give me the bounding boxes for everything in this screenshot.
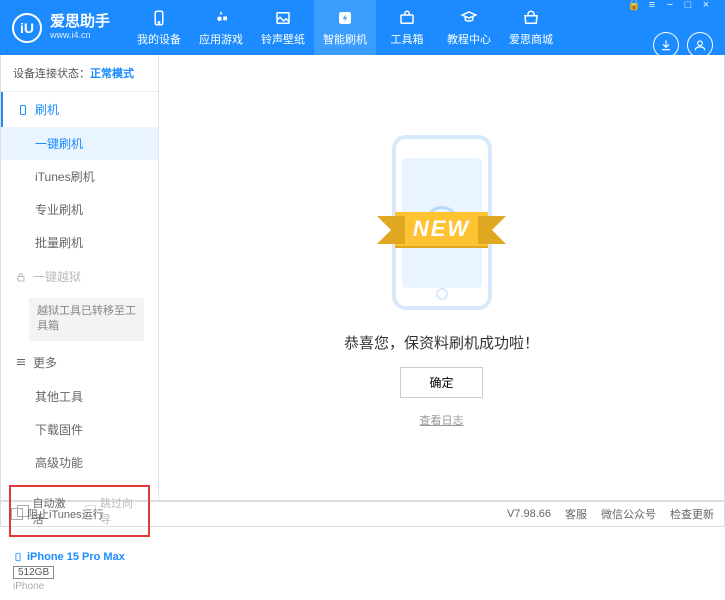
sidebar-head-label: 刷机 bbox=[35, 101, 59, 118]
menu-icon[interactable]: ≡ bbox=[645, 0, 659, 12]
sidebar-head-label: 一键越狱 bbox=[33, 268, 81, 285]
toolbox-icon bbox=[397, 8, 417, 28]
device-name[interactable]: iPhone 15 Pro Max bbox=[13, 551, 146, 563]
sidebar-item-advanced[interactable]: 高级功能 bbox=[1, 446, 158, 479]
close-icon[interactable]: × bbox=[699, 0, 713, 12]
sidebar-head-more[interactable]: 更多 bbox=[1, 345, 158, 380]
app-logo: iU 爱思助手 www.i4.cn bbox=[12, 13, 110, 43]
logo-icon: iU bbox=[12, 13, 42, 43]
success-message: 恭喜您，保资料刷机成功啦！ bbox=[344, 332, 539, 353]
storage-badge: 512GB bbox=[13, 566, 54, 579]
connection-status: 设备连接状态：正常模式 bbox=[1, 55, 158, 92]
sidebar-item-other[interactable]: 其他工具 bbox=[1, 380, 158, 413]
sidebar-head-label: 更多 bbox=[33, 354, 57, 371]
nav-flash[interactable]: 智能刷机 bbox=[314, 0, 376, 55]
confirm-button[interactable]: 确定 bbox=[400, 367, 482, 398]
tutorial-icon bbox=[459, 8, 479, 28]
nav-label: 我的设备 bbox=[137, 31, 181, 47]
sidebar-item-batch[interactable]: 批量刷机 bbox=[1, 226, 158, 259]
minimize-icon[interactable]: − bbox=[663, 0, 677, 12]
lock-icon[interactable]: 🔒 bbox=[627, 0, 641, 12]
conn-label: 设备连接状态： bbox=[13, 68, 90, 80]
nav-my-device[interactable]: 我的设备 bbox=[128, 0, 190, 55]
lock-icon bbox=[15, 271, 27, 283]
apps-icon bbox=[211, 8, 231, 28]
nav-label: 应用游戏 bbox=[199, 31, 243, 47]
window-controls: 🔒 ≡ − □ × bbox=[627, 0, 713, 12]
nav-tutorials[interactable]: 教程中心 bbox=[438, 0, 500, 55]
nav-label: 教程中心 bbox=[447, 31, 491, 47]
wallpaper-icon bbox=[273, 8, 293, 28]
status-link-update[interactable]: 检查更新 bbox=[670, 506, 714, 522]
nav-label: 工具箱 bbox=[391, 31, 424, 47]
jailbreak-note: 越狱工具已转移至工具箱 bbox=[29, 298, 144, 341]
sidebar-item-firmware[interactable]: 下载固件 bbox=[1, 413, 158, 446]
new-ribbon: NEW bbox=[395, 212, 488, 246]
chk-label: 跳过向导 bbox=[100, 495, 142, 527]
nav-label: 智能刷机 bbox=[323, 31, 367, 47]
view-log-link[interactable]: 查看日志 bbox=[420, 412, 464, 428]
device-type: iPhone bbox=[13, 581, 146, 592]
store-icon bbox=[521, 8, 541, 28]
sidebar-head-flash[interactable]: 刷机 bbox=[1, 92, 158, 127]
nav-toolbox[interactable]: 工具箱 bbox=[376, 0, 438, 55]
sidebar-item-pro[interactable]: 专业刷机 bbox=[1, 193, 158, 226]
sidebar: 设备连接状态：正常模式 刷机 一键刷机 iTunes刷机 专业刷机 批量刷机 一… bbox=[1, 55, 159, 500]
conn-mode: 正常模式 bbox=[90, 68, 134, 80]
nav-apps[interactable]: 应用游戏 bbox=[190, 0, 252, 55]
status-link-support[interactable]: 客服 bbox=[565, 506, 587, 522]
success-illustration: NEW bbox=[357, 128, 527, 318]
version-label: V7.98.66 bbox=[507, 508, 551, 520]
nav-store[interactable]: 爱思商城 bbox=[500, 0, 562, 55]
maximize-icon[interactable]: □ bbox=[681, 0, 695, 12]
sidebar-head-jailbreak: 一键越狱 bbox=[1, 259, 158, 294]
nav-ringtones[interactable]: 铃声壁纸 bbox=[252, 0, 314, 55]
sidebar-item-oneclick[interactable]: 一键刷机 bbox=[1, 127, 158, 160]
device-name-text: iPhone 15 Pro Max bbox=[27, 551, 125, 563]
device-info: iPhone 15 Pro Max 512GB iPhone bbox=[1, 543, 158, 600]
user-button[interactable] bbox=[687, 32, 713, 58]
app-name: 爱思助手 bbox=[50, 14, 110, 31]
more-icon bbox=[15, 356, 27, 368]
sidebar-item-itunes[interactable]: iTunes刷机 bbox=[1, 160, 158, 193]
phone-icon bbox=[149, 8, 169, 28]
top-nav: 我的设备 应用游戏 铃声壁纸 智能刷机 工具箱 教程中心 爱思商城 bbox=[128, 0, 562, 55]
download-button[interactable] bbox=[653, 32, 679, 58]
titlebar: iU 爱思助手 www.i4.cn 我的设备 应用游戏 铃声壁纸 智能刷机 工具… bbox=[0, 0, 725, 55]
nav-label: 铃声壁纸 bbox=[261, 31, 305, 47]
chk-label: 阻止iTunes运行 bbox=[27, 506, 104, 522]
app-url: www.i4.cn bbox=[50, 31, 110, 41]
main-content: NEW 恭喜您，保资料刷机成功啦！ 确定 查看日志 bbox=[159, 55, 724, 500]
device-phone-icon bbox=[13, 551, 23, 563]
flash-group-icon bbox=[17, 104, 29, 116]
flash-icon bbox=[335, 8, 355, 28]
block-itunes-checkbox[interactable]: 阻止iTunes运行 bbox=[11, 506, 104, 522]
nav-label: 爱思商城 bbox=[509, 31, 553, 47]
status-link-wechat[interactable]: 微信公众号 bbox=[601, 506, 656, 522]
